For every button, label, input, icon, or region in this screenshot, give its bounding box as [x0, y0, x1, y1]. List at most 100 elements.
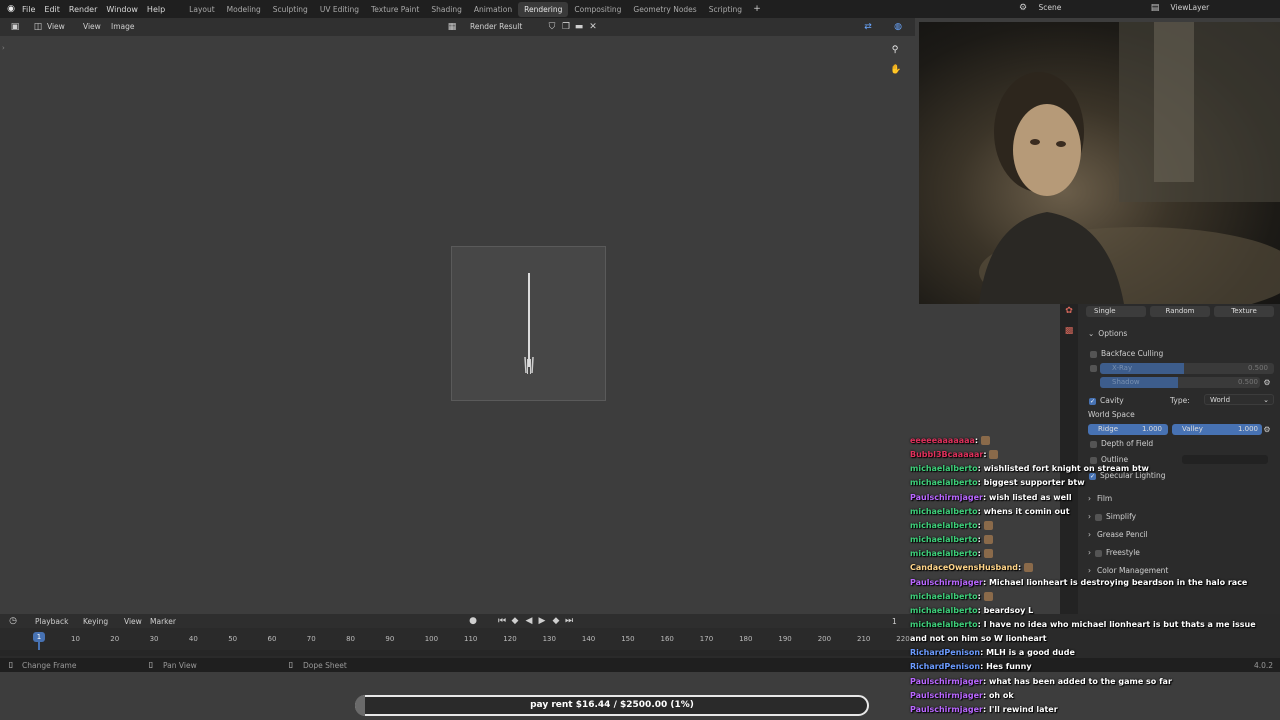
- view-layer-name: ViewLayer: [1170, 3, 1210, 12]
- outline-color-swatch[interactable]: [1182, 455, 1268, 464]
- jump-start-icon[interactable]: ⏮: [497, 616, 507, 626]
- jump-end-icon[interactable]: ⏭: [564, 616, 574, 626]
- menu-view-mode[interactable]: View: [47, 22, 65, 31]
- grease-pencil-panel-header[interactable]: › Grease Pencil: [1078, 530, 1278, 539]
- webcam-overlay: [919, 22, 1280, 304]
- menu-playback[interactable]: Playback: [35, 617, 68, 626]
- menu-file[interactable]: File: [22, 5, 35, 14]
- outline-checkbox[interactable]: [1090, 456, 1097, 464]
- add-workspace-icon[interactable]: +: [752, 4, 762, 14]
- emote-icon: [989, 450, 999, 460]
- tab-compositing[interactable]: Compositing: [568, 2, 627, 17]
- playhead[interactable]: 1: [33, 632, 45, 642]
- menu-edit[interactable]: Edit: [44, 5, 60, 14]
- menu-help[interactable]: Help: [147, 5, 165, 14]
- toolbar-collapse-arrow[interactable]: ›: [2, 44, 5, 52]
- play-icon[interactable]: ▶: [537, 616, 547, 626]
- tab-sculpting[interactable]: Sculpting: [267, 2, 314, 17]
- jump-keyframe-forward-icon[interactable]: ◆: [551, 616, 561, 626]
- specular-lighting-checkbox[interactable]: ✓: [1089, 472, 1096, 480]
- freestyle-checkbox[interactable]: [1095, 549, 1102, 557]
- simplify-panel-header[interactable]: › Simplify: [1078, 512, 1278, 521]
- menu-image[interactable]: Image: [111, 22, 135, 31]
- xray-slider[interactable]: X-Ray 0.500: [1100, 363, 1274, 374]
- freestyle-panel-header[interactable]: › Freestyle: [1078, 548, 1278, 557]
- timeline-editor-type-icon[interactable]: ◷: [8, 616, 18, 626]
- blender-logo-icon[interactable]: ◉: [6, 4, 16, 14]
- film-panel-header[interactable]: › Film: [1078, 494, 1278, 503]
- shadow-slider[interactable]: Shadow 0.500: [1100, 377, 1260, 388]
- depth-of-field-checkbox[interactable]: [1090, 440, 1097, 448]
- properties-tab-strip: ✿ ▩: [1060, 304, 1078, 614]
- chat-message: michaelalberto: I have no idea who micha…: [910, 620, 1256, 629]
- valley-field[interactable]: Valley 1.000: [1172, 424, 1262, 435]
- cavity-checkbox[interactable]: ✓: [1089, 397, 1096, 405]
- chat-text: biggest supporter btw: [983, 478, 1085, 488]
- backface-culling-checkbox[interactable]: [1090, 350, 1097, 358]
- shadow-settings-icon[interactable]: ⚙: [1262, 378, 1272, 388]
- menu-window[interactable]: Window: [106, 5, 138, 14]
- current-frame-field[interactable]: 1: [892, 617, 897, 626]
- lighting-single-button[interactable]: Single: [1086, 306, 1146, 317]
- frame-tick-label: 50: [228, 635, 238, 643]
- view-layer-selector[interactable]: ▤ ViewLayer: [1150, 3, 1260, 15]
- chat-message: RichardPenison: Hes funny: [910, 662, 1032, 671]
- tab-scripting[interactable]: Scripting: [703, 2, 748, 17]
- object-properties-icon[interactable]: ✿: [1064, 306, 1074, 316]
- film-label: Film: [1097, 494, 1113, 503]
- scene-selector[interactable]: ⚙ Scene: [1018, 3, 1118, 15]
- menu-view[interactable]: View: [83, 22, 101, 31]
- tab-shading[interactable]: Shading: [425, 2, 467, 17]
- play-reverse-icon[interactable]: ◀: [524, 616, 534, 626]
- image-browse-icon[interactable]: ▦: [447, 22, 457, 32]
- zoom-icon[interactable]: ⚲: [890, 45, 900, 55]
- tab-layout[interactable]: Layout: [183, 2, 221, 17]
- chat-username: Paulschirmjager: [910, 676, 983, 686]
- frame-tick-label: 30: [149, 635, 159, 643]
- close-image-icon[interactable]: ✕: [588, 22, 598, 32]
- material-properties-icon[interactable]: ▩: [1064, 326, 1074, 336]
- chat-text: I'll rewind later: [988, 704, 1058, 714]
- emote-icon: [980, 436, 990, 445]
- chat-message: michaelalberto:: [910, 520, 993, 530]
- backface-culling-row[interactable]: Backface Culling: [1078, 349, 1278, 358]
- open-image-icon[interactable]: ▬: [574, 22, 584, 32]
- editor-type-icon[interactable]: ▣: [10, 22, 20, 32]
- tab-uv-editing[interactable]: UV Editing: [314, 2, 365, 17]
- options-subpanel-header[interactable]: ⌄ Options: [1078, 329, 1278, 338]
- image-name-field[interactable]: Render Result: [470, 22, 522, 31]
- depth-of-field-row[interactable]: Depth of Field: [1078, 439, 1278, 448]
- mode-icon[interactable]: ◫: [33, 22, 43, 32]
- cavity-settings-icon[interactable]: ⚙: [1262, 425, 1272, 435]
- tab-geometry-nodes[interactable]: Geometry Nodes: [627, 2, 702, 17]
- color-management-panel-header[interactable]: › Color Management: [1078, 566, 1278, 575]
- tab-animation[interactable]: Animation: [468, 2, 518, 17]
- tab-rendering[interactable]: Rendering: [518, 1, 569, 17]
- menu-render[interactable]: Render: [69, 5, 97, 14]
- chat-username: michaelalberto: [910, 478, 978, 488]
- display-channels-icon[interactable]: ⇄: [863, 22, 873, 32]
- record-icon[interactable]: ●: [468, 616, 478, 626]
- tab-modeling[interactable]: Modeling: [221, 2, 267, 17]
- xray-checkbox[interactable]: [1090, 364, 1097, 372]
- jump-keyframe-back-icon[interactable]: ◆: [510, 616, 520, 626]
- pan-hand-icon[interactable]: ✋: [890, 65, 901, 75]
- tab-texture-paint[interactable]: Texture Paint: [365, 2, 425, 17]
- lighting-texture-button[interactable]: Texture: [1214, 306, 1274, 317]
- menu-keying[interactable]: Keying: [83, 617, 108, 626]
- world-space-label: World Space: [1088, 410, 1135, 419]
- frame-tick-label: 190: [778, 635, 792, 643]
- ridge-field[interactable]: Ridge 1.000: [1088, 424, 1168, 435]
- simplify-checkbox[interactable]: [1095, 513, 1102, 521]
- chat-text: Hes funny: [986, 662, 1032, 672]
- overlays-icon[interactable]: ◍: [893, 22, 903, 32]
- lighting-random-button[interactable]: Random: [1150, 306, 1210, 317]
- cavity-type-dropdown[interactable]: World ⌄: [1204, 394, 1274, 405]
- menu-timeline-view[interactable]: View: [124, 617, 142, 626]
- duplicate-image-icon[interactable]: ❐: [561, 22, 571, 32]
- menu-marker[interactable]: Marker: [150, 617, 176, 626]
- chat-message: michaelalberto: whens it comin out: [910, 507, 1070, 516]
- fake-user-shield-icon[interactable]: ⛉: [547, 22, 557, 32]
- ridge-value: 1.000: [1141, 425, 1162, 433]
- frame-tick-label: 130: [542, 635, 556, 643]
